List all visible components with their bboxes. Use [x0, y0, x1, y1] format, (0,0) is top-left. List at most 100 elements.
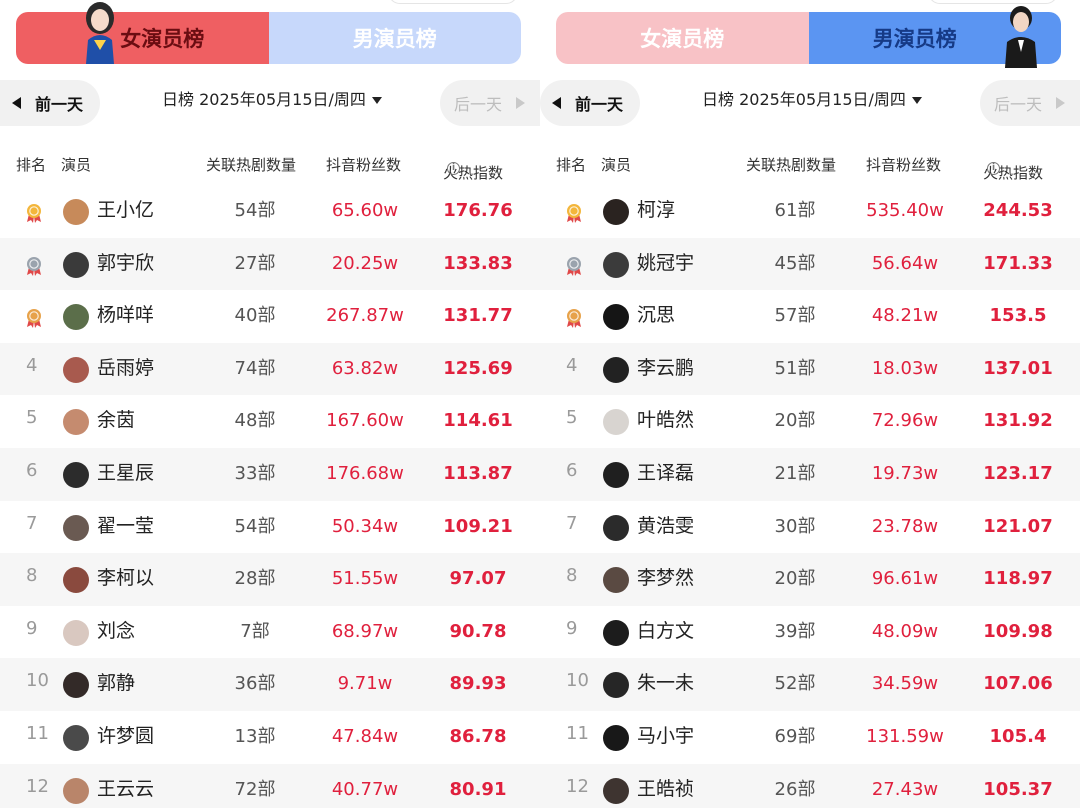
avatar[interactable] [603, 199, 629, 225]
heat-index: 113.87 [443, 462, 513, 484]
table-row[interactable]: 1柯淳61部535.40w244.53 [540, 185, 1080, 238]
heat-index: 105.4 [989, 725, 1047, 747]
actor-name[interactable]: 王皓祯 [637, 764, 694, 808]
table-row[interactable]: 3沉思57部48.21w153.5 [540, 290, 1080, 343]
table-row[interactable]: 6 王星辰 33部 176.68w 113.87 [0, 447, 540, 501]
tab-female-actors[interactable]: 女演员榜 [556, 12, 809, 64]
date-selector[interactable]: 日榜 2025年05月15日/周四 [162, 80, 382, 126]
avatar[interactable] [63, 199, 89, 225]
actor-name[interactable]: 李梦然 [637, 553, 694, 605]
heat-index: 131.77 [443, 305, 513, 327]
drama-count: 13部 [234, 725, 276, 747]
date-selector[interactable]: 日榜 2025年05月15日/周四 [702, 80, 922, 126]
fan-count: 50.34w [331, 515, 399, 537]
avatar[interactable] [63, 777, 89, 804]
avatar[interactable] [603, 619, 629, 646]
table-row[interactable]: 4 李云鹏 51部 18.03w 137.01 [540, 342, 1080, 396]
tab-male-actors[interactable]: 男演员榜 [808, 6, 1061, 68]
table-row[interactable]: 1王小亿54部65.60w176.76 [0, 185, 540, 238]
actor-name[interactable]: 柯淳 [637, 185, 675, 237]
top-search-pill[interactable] [388, 0, 518, 4]
info-icon[interactable]: i [987, 162, 1000, 175]
header-dramas: 关联热剧数量 [206, 156, 297, 174]
actor-name[interactable]: 黄浩雯 [637, 501, 694, 553]
actor-name[interactable]: 翟一莹 [97, 501, 154, 553]
avatar[interactable] [63, 356, 89, 383]
avatar[interactable] [603, 251, 629, 278]
table-row[interactable]: 9 白方文 39部 48.09w 109.98 [540, 606, 1080, 659]
actor-name[interactable]: 白方文 [637, 606, 694, 658]
avatar[interactable] [603, 777, 629, 804]
table-row[interactable]: 7 翟一莹 54部 50.34w 109.21 [0, 501, 540, 554]
actor-name[interactable]: 岳雨婷 [97, 343, 154, 395]
drama-count: 21部 [774, 462, 816, 484]
actor-name[interactable]: 余茵 [97, 395, 135, 447]
avatar[interactable] [63, 461, 89, 488]
prev-day-button[interactable]: 前一天 [540, 80, 640, 126]
fan-count: 27.43w [871, 778, 939, 800]
table-row[interactable]: 8 李梦然 20部 96.61w 118.97 [540, 553, 1080, 606]
avatar[interactable] [63, 724, 89, 751]
tab-male-actors[interactable]: 男演员榜 [268, 12, 521, 64]
table-row[interactable]: 12 王云云 72部 40.77w 80.91 [0, 763, 540, 808]
actor-name[interactable]: 郭宇欣 [97, 238, 154, 290]
table-row[interactable]: 11 马小宇 69部 131.59w 105.4 [540, 711, 1080, 764]
heat-index: 90.78 [449, 620, 507, 642]
actor-name[interactable]: 朱一未 [637, 658, 694, 710]
actor-name[interactable]: 马小宇 [637, 711, 694, 763]
table-row[interactable]: 10 朱一未 52部 34.59w 107.06 [540, 658, 1080, 711]
avatar[interactable] [63, 251, 89, 278]
avatar[interactable] [603, 724, 629, 751]
table-row[interactable]: 7 黄浩雯 30部 23.78w 121.07 [540, 501, 1080, 554]
ranking-list: 1柯淳61部535.40w244.532姚冠宇45部56.64w171.333沉… [540, 185, 1080, 808]
actor-name[interactable]: 许梦圆 [97, 711, 154, 763]
table-row[interactable]: 5 叶皓然 20部 72.96w 131.92 [540, 395, 1080, 448]
actor-name[interactable]: 李云鹏 [637, 343, 694, 395]
actor-name[interactable]: 沉思 [637, 290, 675, 342]
actor-name[interactable]: 姚冠宇 [637, 238, 694, 290]
avatar[interactable] [603, 514, 629, 541]
table-row[interactable]: 11 许梦圆 13部 47.84w 86.78 [0, 711, 540, 764]
avatar[interactable] [603, 409, 629, 436]
avatar[interactable] [603, 461, 629, 488]
actor-name[interactable]: 刘念 [97, 606, 135, 658]
prev-day-button[interactable]: 前一天 [0, 80, 100, 126]
avatar[interactable] [63, 619, 89, 646]
avatar[interactable] [63, 409, 89, 436]
table-row[interactable]: 9 刘念 7部 68.97w 90.78 [0, 606, 540, 659]
actor-name[interactable]: 王云云 [97, 764, 154, 808]
table-row[interactable]: 2郭宇欣27部20.25w133.83 [0, 237, 540, 291]
avatar[interactable] [603, 567, 629, 594]
table-row[interactable]: 10 郭静 36部 9.71w 89.93 [0, 658, 540, 711]
actor-name[interactable]: 李柯以 [97, 553, 154, 605]
actor-name[interactable]: 郭静 [97, 658, 135, 710]
avatar[interactable] [63, 567, 89, 594]
next-day-button[interactable]: 后一天 [980, 80, 1080, 126]
table-row[interactable]: 5 余茵 48部 167.60w 114.61 [0, 395, 540, 448]
actor-name[interactable]: 杨咩咩 [97, 290, 154, 342]
table-row[interactable]: 12 王皓祯 26部 27.43w 105.37 [540, 763, 1080, 808]
avatar[interactable] [603, 304, 629, 331]
avatar[interactable] [63, 514, 89, 541]
actor-name[interactable]: 王小亿 [97, 185, 154, 237]
table-row[interactable]: 2姚冠宇45部56.64w171.33 [540, 237, 1080, 291]
rank-number: 5 [26, 407, 38, 429]
fan-count: 535.40w [866, 200, 944, 221]
drama-count: 7部 [240, 620, 270, 642]
tab-female-actors[interactable]: 女演员榜 [16, 2, 269, 64]
actor-name[interactable]: 王星辰 [97, 448, 154, 500]
avatar[interactable] [603, 356, 629, 383]
avatar[interactable] [63, 304, 89, 331]
next-day-button[interactable]: 后一天 [440, 80, 540, 126]
actor-name[interactable]: 王译磊 [637, 448, 694, 500]
actor-name[interactable]: 叶皓然 [637, 395, 694, 447]
table-row[interactable]: 6 王译磊 21部 19.73w 123.17 [540, 447, 1080, 501]
avatar[interactable] [63, 672, 89, 699]
header-rank: 排名 [16, 156, 47, 174]
avatar[interactable] [603, 672, 629, 699]
heat-index: 109.21 [443, 515, 513, 537]
table-row[interactable]: 8 李柯以 28部 51.55w 97.07 [0, 553, 540, 606]
table-row[interactable]: 3杨咩咩40部267.87w131.77 [0, 290, 540, 343]
info-icon[interactable]: i [447, 162, 460, 175]
table-row[interactable]: 4 岳雨婷 74部 63.82w 125.69 [0, 342, 540, 396]
